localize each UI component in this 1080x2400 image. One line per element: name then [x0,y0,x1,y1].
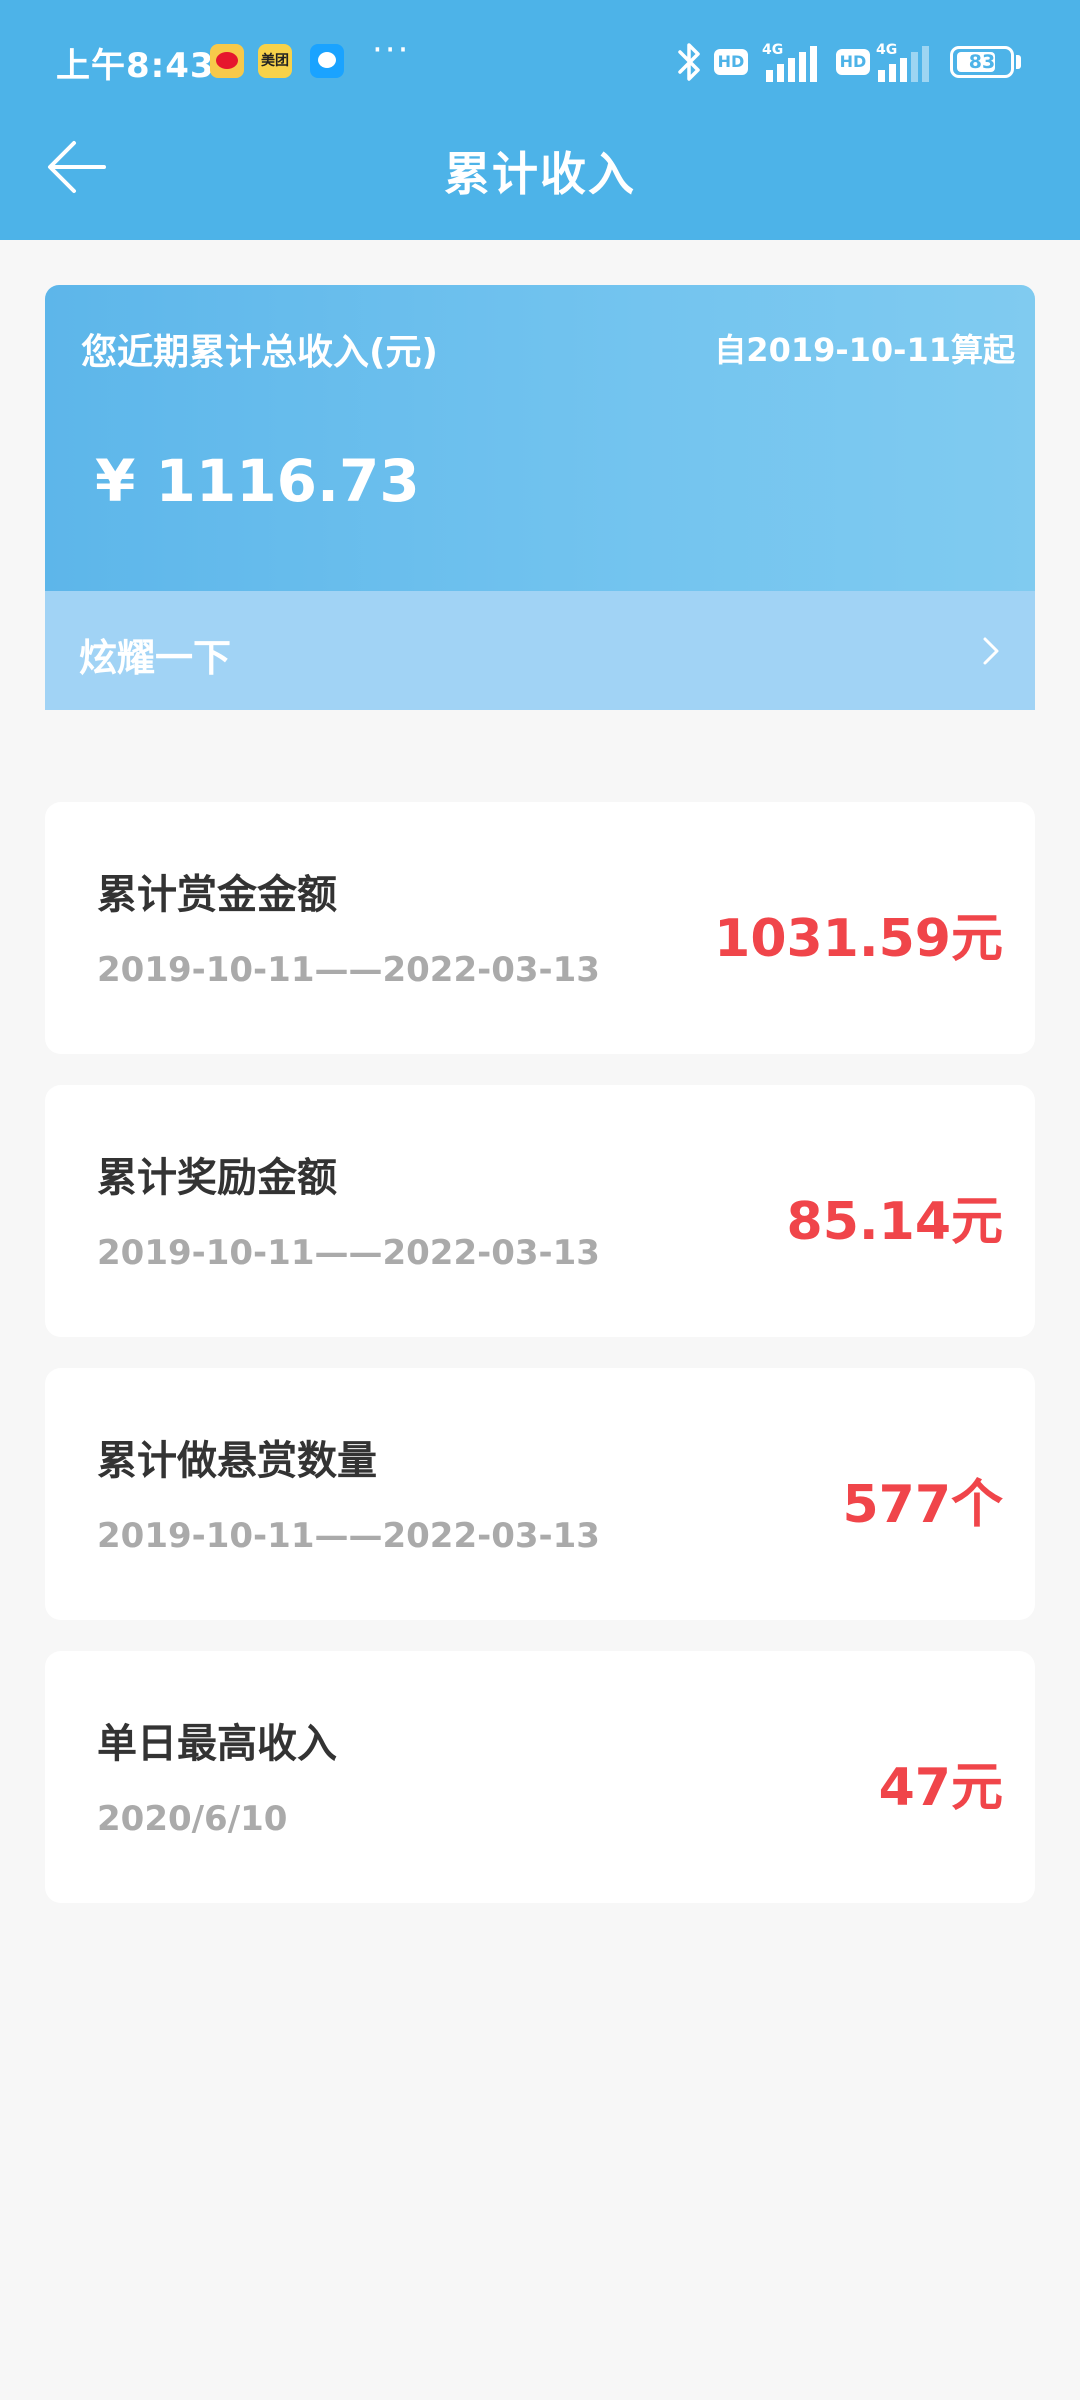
stat-value: 47元 [878,1758,1003,1818]
stat-card-bounty-count: 累计做悬赏数量 2019-10-11——2022-03-13 577个 [45,1368,1035,1620]
show-off-label: 炫耀一下 [79,636,232,680]
stat-card-bounty-amount: 累计赏金金额 2019-10-11——2022-03-13 1031.59元 [45,802,1035,1054]
chevron-right-icon [983,637,999,665]
total-income-since: 自2019-10-11算起 [714,331,1015,369]
battery-cap [1016,55,1021,69]
total-income-card: 您近期累计总收入(元) 自2019-10-11算起 ¥ 1116.73 炫耀一下 [45,285,1035,710]
signal-icon [878,46,929,82]
total-income-label: 您近期累计总收入(元) [81,332,438,373]
hd-badge: HD [836,49,870,75]
stat-date-range: 2019-10-11——2022-03-13 [97,1516,600,1556]
stat-date: 2020/6/10 [97,1799,288,1839]
top-bar: 上午8:43 美团 ··· HD 4G HD 4G 83 累计收入 [0,0,1080,240]
stat-date-range: 2019-10-11——2022-03-13 [97,950,600,990]
page-title: 累计收入 [444,147,636,201]
total-income-amount: ¥ 1116.73 [95,447,420,515]
stat-date-range: 2019-10-11——2022-03-13 [97,1233,600,1273]
stat-title: 累计奖励金额 [97,1155,337,1201]
stat-title: 累计赏金金额 [97,872,337,918]
stat-card-daily-max: 单日最高收入 2020/6/10 47元 [45,1651,1035,1903]
stat-value: 85.14元 [786,1192,1003,1252]
stat-value: 1031.59元 [714,909,1003,969]
stat-title: 单日最高收入 [97,1721,337,1767]
show-off-button[interactable]: 炫耀一下 [45,591,1035,710]
battery-icon: 83 [950,46,1014,78]
weibo-icon [210,44,244,78]
stat-value: 577个 [842,1475,1003,1535]
total-income-panel: 您近期累计总收入(元) 自2019-10-11算起 ¥ 1116.73 [45,285,1035,591]
stat-title: 累计做悬赏数量 [97,1438,377,1484]
status-bar: 上午8:43 美团 ··· HD 4G HD 4G 83 [0,0,1080,125]
chat-app-icon [310,44,344,78]
more-notifications-icon: ··· [372,30,411,70]
bluetooth-icon [678,43,700,81]
meituan-icon: 美团 [258,44,292,78]
stat-card-reward-amount: 累计奖励金额 2019-10-11——2022-03-13 85.14元 [45,1085,1035,1337]
status-time: 上午8:43 [56,46,215,86]
battery-level: 83 [968,51,996,73]
hd-badge: HD [714,49,748,75]
signal-icon [766,46,817,82]
